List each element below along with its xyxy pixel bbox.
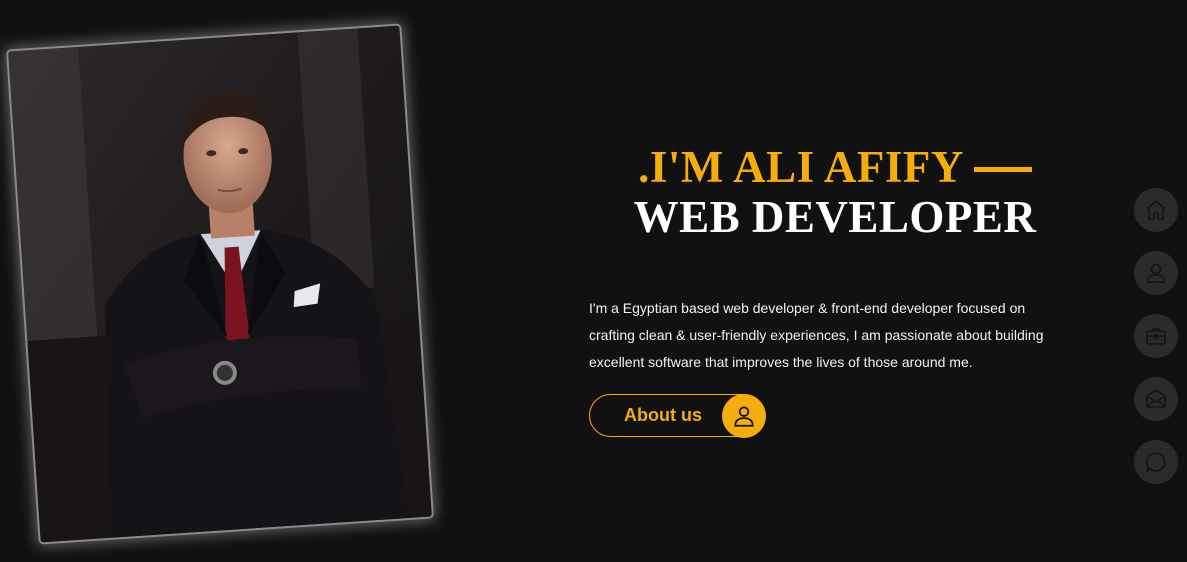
portrait-illustration [8,25,432,543]
greeting-line: .I'M ALI AFIFY [600,142,1070,192]
nav-contact-button[interactable] [1134,377,1178,421]
nav-portfolio-button[interactable] [1134,314,1178,358]
chat-icon [1145,452,1166,472]
hero-section: .I'M ALI AFIFY WEB DEVELOPER I'm a Egypt… [0,0,1187,562]
briefcase-icon [1146,328,1166,345]
greeting-text: .I'M ALI AFIFY [638,142,964,192]
user-icon [1146,263,1166,283]
about-us-button[interactable]: About us [589,393,766,438]
accent-dash [973,166,1032,172]
role-title: WEB DEVELOPER [633,192,1037,242]
nav-chat-button[interactable] [1134,440,1178,484]
profile-photo [5,23,435,545]
user-icon [722,393,766,438]
intro-text: I'm a Egyptian based web developer & fro… [589,300,1044,370]
home-icon [1146,200,1166,220]
nav-about-button[interactable] [1134,251,1178,295]
about-us-label: About us [624,405,702,425]
mail-icon [1146,389,1166,408]
side-nav [1134,188,1178,503]
hero-headline: .I'M ALI AFIFY WEB DEVELOPER [600,142,1070,242]
nav-home-button[interactable] [1134,188,1178,232]
